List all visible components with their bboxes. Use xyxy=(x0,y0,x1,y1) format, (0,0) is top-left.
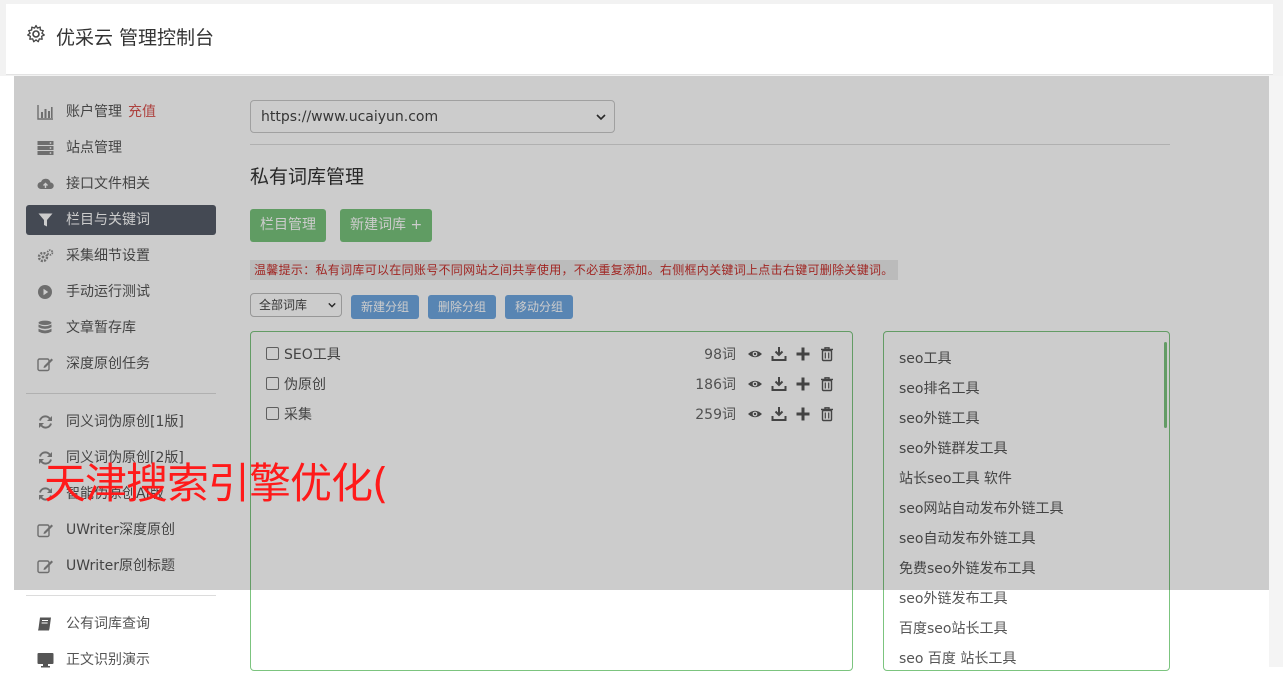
page-title: 私有词库管理 xyxy=(250,166,365,188)
keyword-item[interactable]: seo网站自动发布外链工具 xyxy=(899,498,1063,518)
sidebar-divider xyxy=(26,393,216,394)
edit-icon xyxy=(37,524,53,538)
site-select[interactable]: https://www.ucaiyun.com xyxy=(250,100,615,133)
sidebar-item-manual-run[interactable]: 手动运行测试 xyxy=(26,274,216,310)
keyword-item[interactable]: seo外链工具 xyxy=(899,408,979,428)
plus-icon[interactable] xyxy=(795,346,811,362)
sidebar-item-uwriter-title[interactable]: UWriter原创标题 xyxy=(26,548,216,584)
eye-icon[interactable] xyxy=(747,376,763,392)
divider xyxy=(250,144,1170,145)
download-icon[interactable] xyxy=(771,346,787,362)
sidebar-item-interface-files[interactable]: 接口文件相关 xyxy=(26,166,216,202)
page-gutter xyxy=(1269,76,1283,667)
sidebar-item-account[interactable]: 账户管理 充值 xyxy=(26,94,216,130)
keyword-item[interactable]: 站长seo工具 软件 xyxy=(899,468,1012,488)
sidebar-item-columns-keywords[interactable]: 栏目与关键词 xyxy=(26,205,216,235)
plus-icon[interactable] xyxy=(795,376,811,392)
new-group-button[interactable]: 新建分组 xyxy=(351,295,420,319)
filter-icon xyxy=(38,213,53,227)
plus-icon[interactable] xyxy=(795,406,811,422)
sidebar-nav: 账户管理 充值 站点管理 接口文件相关 栏目与关键词 采集细节设置 手动运行测试… xyxy=(26,94,216,678)
cloud-upload-icon xyxy=(37,178,54,189)
keyword-item[interactable]: seo工具 xyxy=(899,348,951,368)
gear-icon xyxy=(27,24,45,43)
sidebar-item-label: 公有词库查询 xyxy=(66,616,150,632)
keyword-item[interactable]: seo 百度 站长工具 xyxy=(899,648,1016,668)
keyword-item[interactable]: 百度seo站长工具 xyxy=(899,618,1007,638)
eye-icon[interactable] xyxy=(747,346,763,362)
sidebar-item-label: 采集细节设置 xyxy=(66,248,150,264)
library-checkbox[interactable] xyxy=(266,347,279,360)
sidebar-item-content-recognition[interactable]: 正文识别演示 xyxy=(26,642,216,678)
server-icon xyxy=(37,141,54,155)
chevron-down-icon xyxy=(596,114,606,121)
eye-icon[interactable] xyxy=(747,406,763,422)
app-header: 优采云 管理控制台 xyxy=(6,4,1273,75)
monitor-icon xyxy=(37,653,54,668)
sidebar-item-public-library[interactable]: 公有词库查询 xyxy=(26,606,216,642)
trash-icon[interactable] xyxy=(819,346,835,362)
keyword-list-panel[interactable]: seo工具 seo排名工具 seo外链工具 seo外链群发工具 站长seo工具 … xyxy=(883,331,1170,671)
library-checkbox[interactable] xyxy=(266,377,279,390)
keyword-item[interactable]: seo自动发布外链工具 xyxy=(899,528,1035,548)
sidebar-item-uwriter-deep[interactable]: UWriter深度原创 xyxy=(26,512,216,548)
column-management-button[interactable]: 栏目管理 xyxy=(250,209,326,242)
tip-message: 温馨提示：私有词库可以在同账号不同网站之间共享使用，不必重复添加。右侧框内关键词… xyxy=(250,260,898,280)
bar-chart-icon xyxy=(37,105,53,120)
sidebar-item-deep-original-tasks[interactable]: 深度原创任务 xyxy=(26,346,216,382)
library-name[interactable]: 采集 xyxy=(284,404,312,424)
sidebar-item-label: 深度原创任务 xyxy=(66,356,150,372)
chevron-down-icon xyxy=(328,302,336,308)
library-name[interactable]: 伪原创 xyxy=(284,374,326,394)
edit-icon xyxy=(37,560,53,574)
keyword-item[interactable]: seo外链发布工具 xyxy=(899,588,1007,608)
sidebar-item-label: UWriter原创标题 xyxy=(66,558,175,574)
sidebar-item-label: 文章暂存库 xyxy=(66,320,136,336)
scrollbar-thumb[interactable] xyxy=(1164,342,1167,428)
sidebar-item-label: 同义词伪原创[1版] xyxy=(66,414,184,430)
watermark-text: 天津搜索引擎优化( xyxy=(44,459,388,508)
keyword-item[interactable]: 免费seo外链发布工具 xyxy=(899,558,1035,578)
book-icon xyxy=(38,617,51,631)
download-icon[interactable] xyxy=(771,406,787,422)
sidebar-item-label: 栏目与关键词 xyxy=(66,212,150,228)
play-circle-icon xyxy=(38,285,52,299)
sidebar-item-label: 正文识别演示 xyxy=(66,652,150,668)
library-count: 186词 xyxy=(695,377,736,393)
library-checkbox[interactable] xyxy=(266,407,279,420)
library-row: 伪原创 186词 xyxy=(266,374,836,396)
library-count: 259词 xyxy=(695,407,736,423)
sidebar-item-label: UWriter深度原创 xyxy=(66,522,175,538)
new-library-button[interactable]: 新建词库 + xyxy=(340,209,433,242)
keyword-item[interactable]: seo排名工具 xyxy=(899,378,979,398)
edit-icon xyxy=(37,358,53,372)
sidebar-item-label: 站点管理 xyxy=(66,140,122,156)
library-row: SEO工具 98词 xyxy=(266,344,836,366)
sidebar-item-label: 接口文件相关 xyxy=(66,176,150,192)
download-icon[interactable] xyxy=(771,376,787,392)
trash-icon[interactable] xyxy=(819,406,835,422)
library-name[interactable]: SEO工具 xyxy=(284,344,341,364)
delete-group-button[interactable]: 删除分组 xyxy=(428,295,497,319)
recharge-link[interactable]: 充值 xyxy=(128,104,156,120)
database-icon xyxy=(38,320,52,334)
library-row: 采集 259词 xyxy=(266,404,836,426)
sidebar-item-synonym-v1[interactable]: 同义词伪原创[1版] xyxy=(26,404,216,440)
keyword-item[interactable]: seo外链群发工具 xyxy=(899,438,1007,458)
trash-icon[interactable] xyxy=(819,376,835,392)
sidebar-item-collection-settings[interactable]: 采集细节设置 xyxy=(26,238,216,274)
refresh-icon xyxy=(39,415,52,429)
app-title: 优采云 管理控制台 xyxy=(56,27,215,49)
site-select-value: https://www.ucaiyun.com xyxy=(261,109,439,125)
library-group-select[interactable]: 全部词库 xyxy=(250,293,342,317)
sidebar-item-label: 账户管理 xyxy=(66,104,122,120)
sidebar-item-sites[interactable]: 站点管理 xyxy=(26,130,216,166)
library-count: 98词 xyxy=(704,347,736,363)
sidebar-item-article-storage[interactable]: 文章暂存库 xyxy=(26,310,216,346)
move-group-button[interactable]: 移动分组 xyxy=(505,295,574,319)
library-group-value: 全部词库 xyxy=(259,298,308,312)
cogs-icon xyxy=(37,249,54,263)
sidebar-item-label: 手动运行测试 xyxy=(66,284,150,300)
sidebar-divider xyxy=(26,595,216,596)
